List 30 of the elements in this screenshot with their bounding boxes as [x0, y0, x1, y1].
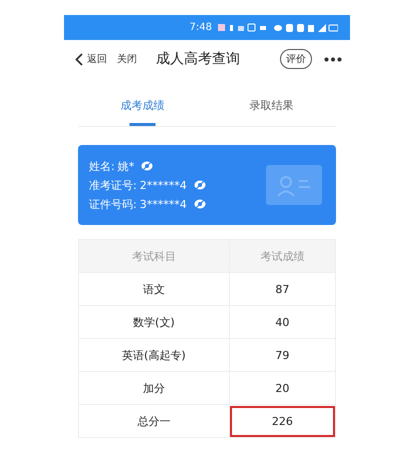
- more-icon[interactable]: [324, 56, 342, 62]
- tab[interactable]: 录取结果: [207, 86, 336, 126]
- close-button[interactable]: 关闭: [114, 52, 140, 66]
- field-value: 2******4: [140, 178, 187, 192]
- table-cell: 总分一: [78, 404, 230, 438]
- table-cell: 20: [229, 372, 336, 404]
- table-cell: 79: [229, 338, 336, 372]
- eye-icon[interactable]: [194, 179, 206, 191]
- back-button[interactable]: 返回: [72, 52, 110, 66]
- field-label: 准考证号:: [89, 178, 137, 192]
- field-label: 证件号码:: [89, 196, 137, 212]
- status-time: 7:48: [190, 22, 212, 33]
- tab[interactable]: 成考成绩: [78, 86, 207, 126]
- id-card-icon: [266, 165, 322, 205]
- field-value: 3******4: [140, 198, 187, 210]
- table-cell: 英语(高起专): [78, 338, 230, 372]
- table-cell: 40: [229, 306, 336, 338]
- table-cell: 87: [229, 272, 336, 306]
- table-cell: 数学(文): [78, 306, 230, 338]
- column-header: 考试科目: [78, 240, 230, 272]
- column-header: 考试成绩: [229, 240, 336, 272]
- field-label: 姓名:: [89, 158, 115, 174]
- table-cell: 语文: [78, 272, 230, 306]
- rate-button[interactable]: 评价: [280, 49, 312, 69]
- eye-icon[interactable]: [194, 198, 206, 210]
- table-cell: 加分: [78, 372, 230, 404]
- eye-icon[interactable]: [141, 160, 154, 172]
- page-title: 成人高考查询: [156, 50, 241, 68]
- table-cell: 226: [229, 404, 336, 438]
- field-value: 姚*: [118, 158, 134, 174]
